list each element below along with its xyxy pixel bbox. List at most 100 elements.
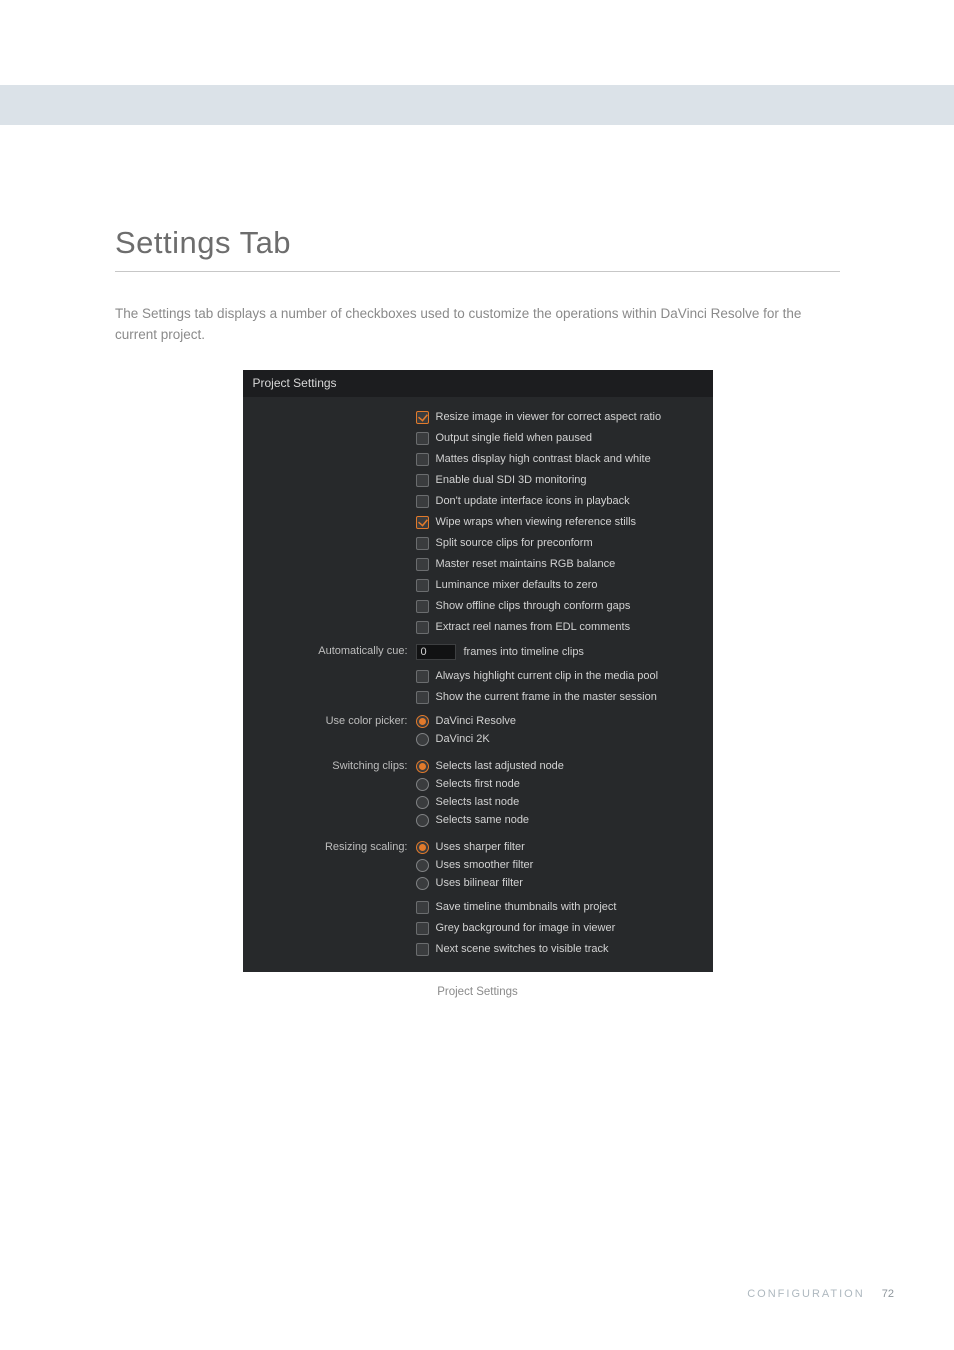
checkbox[interactable] [416,579,429,592]
setting-row: Don't update interface icons in playback [243,491,699,512]
setting-row: Show offline clips through conform gaps [243,596,699,617]
checkbox-label: Luminance mixer defaults to zero [436,578,598,593]
setting-row: Always highlight current clip in the med… [243,666,699,687]
checkbox-label: Wipe wraps when viewing reference stills [436,515,637,530]
checkbox[interactable] [416,922,429,935]
checkbox-label: Save timeline thumbnails with project [436,900,617,915]
setting-label-empty [243,410,416,411]
radio-label: DaVinci 2K [436,732,490,747]
checkbox[interactable] [416,411,429,424]
checkbox-label: Show the current frame in the master ses… [436,690,657,705]
panel-title: Project Settings [243,370,713,397]
setting-row: Output single field when paused [243,428,699,449]
header-band [0,85,954,125]
auto-cue-label: Automatically cue: [243,644,416,657]
radio[interactable] [416,715,429,728]
footer-page-number: 72 [882,1288,894,1300]
checkbox[interactable] [416,670,429,683]
checkbox[interactable] [416,537,429,550]
figure-caption: Project Settings [115,986,840,998]
setting-row: Extract reel names from EDL comments [243,617,699,638]
radio-label: Uses sharper filter [436,840,525,855]
radio-label: DaVinci Resolve [436,714,517,729]
setting-label-empty [243,942,416,943]
setting-label-empty [243,494,416,495]
page-title: Settings Tab [115,225,840,261]
setting-label-empty [243,473,416,474]
checkbox[interactable] [416,600,429,613]
setting-label-empty [243,690,416,691]
setting-row: Enable dual SDI 3D monitoring [243,470,699,491]
setting-label-empty [243,515,416,516]
radio[interactable] [416,760,429,773]
checkbox[interactable] [416,558,429,571]
checkbox-label: Split source clips for preconform [436,536,593,551]
setting-label-empty [243,578,416,579]
setting-row: Mattes display high contrast black and w… [243,449,699,470]
setting-label-empty [243,452,416,453]
resizing-scaling-row: Resizing scaling: Uses sharper filter Use… [243,834,699,897]
checkbox[interactable] [416,453,429,466]
checkbox[interactable] [416,432,429,445]
switching-clips-row: Switching clips: Selects last adjusted n… [243,753,699,834]
figure-wrap: Project Settings Resize image in viewer … [115,370,840,972]
checkbox[interactable] [416,495,429,508]
title-rule [115,271,840,272]
checkbox-label: Extract reel names from EDL comments [436,620,631,635]
radio[interactable] [416,796,429,809]
switching-clips-label: Switching clips: [243,759,416,772]
radio-label: Selects last adjusted node [436,759,564,774]
setting-label-empty [243,599,416,600]
checkbox-label: Always highlight current clip in the med… [436,669,659,684]
color-picker-label: Use color picker: [243,714,416,727]
setting-label-empty [243,557,416,558]
setting-label-empty [243,431,416,432]
setting-row: Split source clips for preconform [243,533,699,554]
checkbox-label: Grey background for image in viewer [436,921,616,936]
setting-row: Wipe wraps when viewing reference stills [243,512,699,533]
radio[interactable] [416,814,429,827]
radio-label: Uses bilinear filter [436,876,523,891]
auto-cue-row: Automatically cue: frames into timeline … [243,638,699,666]
setting-row: Master reset maintains RGB balance [243,554,699,575]
checkbox-label: Enable dual SDI 3D monitoring [436,473,587,488]
setting-label-empty [243,536,416,537]
setting-row: Luminance mixer defaults to zero [243,575,699,596]
setting-row: Show the current frame in the master ses… [243,687,699,708]
checkbox-label: Output single field when paused [436,431,593,446]
setting-row: Grey background for image in viewer [243,918,699,939]
setting-label-empty [243,620,416,621]
project-settings-panel: Project Settings Resize image in viewer … [243,370,713,972]
checkbox[interactable] [416,516,429,529]
checkbox-label: Resize image in viewer for correct aspec… [436,410,662,425]
checkbox-label: Don't update interface icons in playback [436,494,630,509]
radio-label: Selects same node [436,813,530,828]
checkbox-label: Mattes display high contrast black and w… [436,452,651,467]
radio[interactable] [416,733,429,746]
radio-label: Selects first node [436,777,520,792]
checkbox-label: Next scene switches to visible track [436,942,609,957]
setting-label-empty [243,900,416,901]
checkbox[interactable] [416,621,429,634]
checkbox-label: Show offline clips through conform gaps [436,599,631,614]
intro-text: The Settings tab displays a number of ch… [115,304,840,346]
radio[interactable] [416,877,429,890]
checkbox[interactable] [416,474,429,487]
color-picker-row: Use color picker: DaVinci Resolve DaVinci… [243,708,699,753]
checkbox-label: Master reset maintains RGB balance [436,557,616,572]
resizing-scaling-label: Resizing scaling: [243,840,416,853]
checkbox[interactable] [416,691,429,704]
panel-body: Resize image in viewer for correct aspec… [243,397,713,962]
radio[interactable] [416,859,429,872]
checkbox[interactable] [416,943,429,956]
radio[interactable] [416,778,429,791]
auto-cue-suffix: frames into timeline clips [464,646,584,658]
radio[interactable] [416,841,429,854]
footer-section: CONFIGURATION [747,1288,864,1300]
auto-cue-input[interactable] [416,644,456,660]
checkbox[interactable] [416,901,429,914]
setting-row: Next scene switches to visible track [243,939,699,960]
page-footer: CONFIGURATION 72 [747,1288,894,1300]
setting-row: Save timeline thumbnails with project [243,897,699,918]
radio-label: Selects last node [436,795,520,810]
